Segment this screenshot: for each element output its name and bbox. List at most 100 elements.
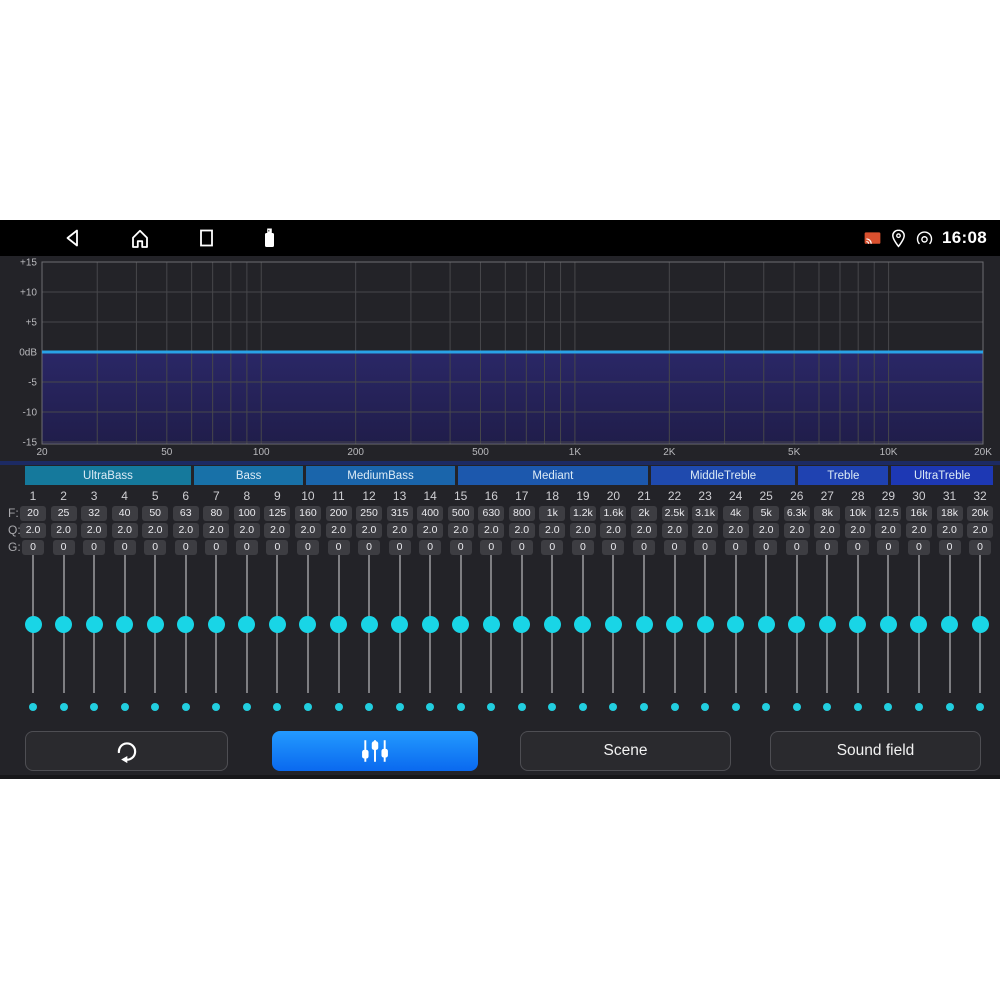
gain-slider[interactable]: [788, 555, 805, 693]
eq-channel-column: 2810k2.00: [842, 488, 873, 711]
gain-slider-handle[interactable]: [361, 616, 378, 633]
gain-slider-handle[interactable]: [86, 616, 103, 633]
gain-slider-handle[interactable]: [544, 616, 561, 633]
band-indicator-dot: [243, 703, 251, 711]
gain-slider-handle[interactable]: [819, 616, 836, 633]
q-factor-value-box: 2.0: [845, 523, 871, 538]
gain-slider[interactable]: [361, 555, 378, 693]
gain-slider-handle[interactable]: [422, 616, 439, 633]
frequency-value-box: 16k: [906, 506, 932, 521]
frequency-value-box: 50: [142, 506, 168, 521]
frequency-value-box: 4k: [723, 506, 749, 521]
gain-slider[interactable]: [666, 555, 683, 693]
gain-slider-handle[interactable]: [299, 616, 316, 633]
gain-value-box: 0: [114, 540, 136, 555]
gain-slider[interactable]: [330, 555, 347, 693]
gain-slider[interactable]: [910, 555, 927, 693]
gain-slider-handle[interactable]: [788, 616, 805, 633]
q-factor-value-box: 2.0: [326, 523, 352, 538]
gain-slider[interactable]: [208, 555, 225, 693]
gain-slider[interactable]: [483, 555, 500, 693]
gain-slider[interactable]: [238, 555, 255, 693]
band-label-text: MiddleTreble: [690, 470, 756, 482]
gain-slider[interactable]: [758, 555, 775, 693]
equalizer-sliders-icon: [361, 738, 389, 764]
back-icon[interactable]: [62, 226, 86, 250]
gain-value-box: 0: [328, 540, 350, 555]
gain-slider-handle[interactable]: [574, 616, 591, 633]
gain-slider-handle[interactable]: [666, 616, 683, 633]
gain-value-box: 0: [358, 540, 380, 555]
recents-icon[interactable]: [194, 226, 218, 250]
gain-slider[interactable]: [941, 555, 958, 693]
q-factor-value-box: 2.0: [81, 523, 107, 538]
gain-slider[interactable]: [116, 555, 133, 693]
gain-slider[interactable]: [55, 555, 72, 693]
gain-slider-handle[interactable]: [513, 616, 530, 633]
gain-slider-handle[interactable]: [55, 616, 72, 633]
eq-channel-column: 233.1k2.00: [690, 488, 721, 711]
gain-slider-handle[interactable]: [636, 616, 653, 633]
gain-slider-handle[interactable]: [208, 616, 225, 633]
channel-number: 12: [362, 488, 375, 506]
gain-slider[interactable]: [880, 555, 897, 693]
gain-slider[interactable]: [849, 555, 866, 693]
band-indicator-dot: [548, 703, 556, 711]
gain-slider-handle[interactable]: [147, 616, 164, 633]
q-factor-value-box: 2.0: [234, 523, 260, 538]
gain-slider[interactable]: [452, 555, 469, 693]
scene-button[interactable]: Scene: [520, 731, 731, 771]
gain-slider-handle[interactable]: [758, 616, 775, 633]
gain-slider[interactable]: [513, 555, 530, 693]
gain-slider[interactable]: [25, 555, 42, 693]
band-indicator-dot: [579, 703, 587, 711]
home-icon[interactable]: [128, 226, 152, 250]
gain-slider-handle[interactable]: [727, 616, 744, 633]
gain-slider[interactable]: [819, 555, 836, 693]
sound-field-button[interactable]: Sound field: [770, 731, 981, 771]
gain-slider-handle[interactable]: [483, 616, 500, 633]
gain-slider-handle[interactable]: [25, 616, 42, 633]
gain-slider-handle[interactable]: [330, 616, 347, 633]
svg-text:+10: +10: [20, 288, 37, 299]
gain-slider-handle[interactable]: [849, 616, 866, 633]
gain-slider[interactable]: [422, 555, 439, 693]
gain-slider[interactable]: [972, 555, 989, 693]
gain-slider-handle[interactable]: [880, 616, 897, 633]
frequency-value-box: 20: [20, 506, 46, 521]
gain-slider-handle[interactable]: [238, 616, 255, 633]
channel-number: 4: [121, 488, 128, 506]
gain-slider-handle[interactable]: [391, 616, 408, 633]
equalizer-button[interactable]: [272, 731, 478, 771]
gain-slider[interactable]: [177, 555, 194, 693]
gain-slider-handle[interactable]: [972, 616, 989, 633]
gain-slider-handle[interactable]: [697, 616, 714, 633]
gain-slider[interactable]: [727, 555, 744, 693]
gain-slider-handle[interactable]: [269, 616, 286, 633]
gain-slider-handle[interactable]: [116, 616, 133, 633]
gain-slider-handle[interactable]: [452, 616, 469, 633]
q-factor-value-box: 2.0: [600, 523, 626, 538]
gain-slider-handle[interactable]: [605, 616, 622, 633]
gain-slider[interactable]: [299, 555, 316, 693]
gain-slider-handle[interactable]: [941, 616, 958, 633]
gain-slider[interactable]: [544, 555, 561, 693]
gain-value-box: 0: [389, 540, 411, 555]
gain-slider[interactable]: [697, 555, 714, 693]
gain-slider[interactable]: [391, 555, 408, 693]
hotspot-icon: [914, 228, 935, 249]
gain-value-box: 0: [419, 540, 441, 555]
gain-slider[interactable]: [605, 555, 622, 693]
gain-slider[interactable]: [147, 555, 164, 693]
gain-slider-handle[interactable]: [177, 616, 194, 633]
q-factor-value-box: 2.0: [478, 523, 504, 538]
gain-slider[interactable]: [269, 555, 286, 693]
gain-slider[interactable]: [574, 555, 591, 693]
q-factor-value-box: 2.0: [20, 523, 46, 538]
reset-button[interactable]: [25, 731, 228, 771]
gain-slider-handle[interactable]: [910, 616, 927, 633]
gain-value-box: 0: [144, 540, 166, 555]
gain-slider[interactable]: [636, 555, 653, 693]
q-factor-value-box: 2.0: [937, 523, 963, 538]
gain-slider[interactable]: [86, 555, 103, 693]
